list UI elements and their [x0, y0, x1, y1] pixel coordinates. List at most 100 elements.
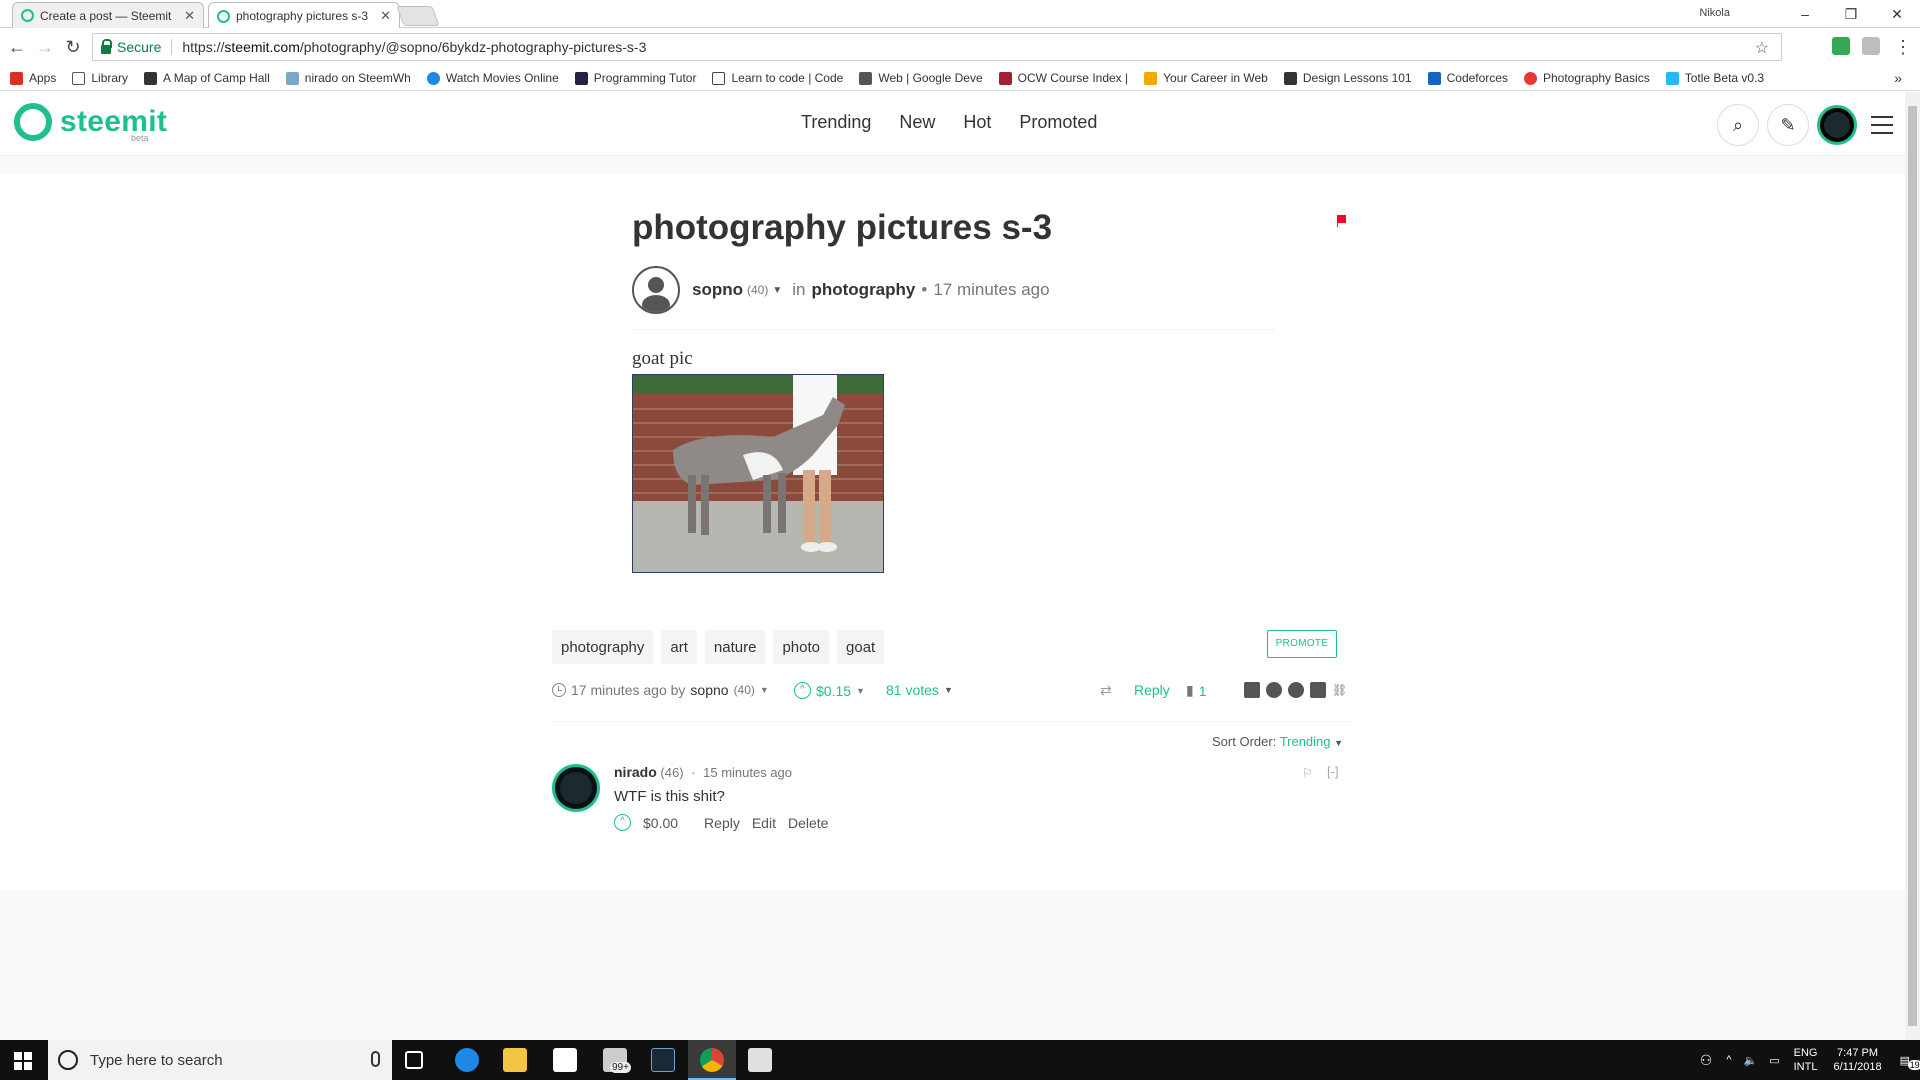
site-favicon-icon — [285, 71, 299, 85]
reload-icon[interactable]: ↻ — [62, 36, 84, 58]
new-tab-button[interactable] — [396, 6, 440, 26]
bookmark-photography-basics[interactable]: Photography Basics — [1523, 71, 1650, 85]
bookmark-library[interactable]: Library — [72, 71, 128, 85]
flag-outline-icon[interactable]: ⚐ — [1302, 766, 1313, 780]
bookmark-steemworld[interactable]: nirado on SteemWh — [285, 71, 411, 85]
bookmark-design-lessons[interactable]: Design Lessons 101 — [1283, 71, 1412, 85]
network-icon[interactable]: ▭ — [1769, 1054, 1779, 1067]
comment-avatar[interactable] — [552, 764, 600, 812]
comment-count[interactable]: ▮ 1 — [1186, 682, 1207, 699]
tag-art[interactable]: art — [661, 630, 697, 664]
page-scrollbar[interactable] — [1905, 92, 1920, 1040]
bookmark-programming[interactable]: Programming Tutor — [574, 71, 696, 85]
nav-promoted[interactable]: Promoted — [1019, 112, 1097, 133]
minimize-icon[interactable]: – — [1782, 3, 1828, 25]
browser-profile-name[interactable]: Nikola — [1699, 7, 1730, 19]
twitter-icon[interactable] — [1266, 682, 1282, 698]
tab-close-icon[interactable]: ✕ — [184, 8, 195, 24]
comment-edit-link[interactable]: Edit — [752, 815, 776, 831]
extension-icon[interactable] — [1832, 37, 1850, 55]
promote-button[interactable]: PROMOTE — [1267, 630, 1337, 658]
store-icon[interactable] — [553, 1048, 577, 1072]
nav-new[interactable]: New — [899, 112, 935, 133]
taskbar-search[interactable]: Type here to search — [48, 1040, 392, 1080]
goat-photo[interactable] — [632, 374, 884, 573]
tab-photography-pictures[interactable]: photography pictures s-3 ✕ — [208, 2, 400, 29]
link-icon[interactable]: ⛓ — [1332, 683, 1347, 697]
volume-icon[interactable]: 🔈 — [1744, 1054, 1758, 1067]
window-close-icon[interactable]: ✕ — [1874, 3, 1920, 25]
nav-trending[interactable]: Trending — [801, 112, 871, 133]
bookmark-totle[interactable]: Totle Beta v0.3 — [1665, 71, 1764, 85]
bookmark-watch-movies[interactable]: Watch Movies Online — [426, 71, 559, 85]
comment-delete-link[interactable]: Delete — [788, 815, 828, 831]
show-hidden-icons-icon[interactable]: ^ — [1726, 1054, 1731, 1066]
edge-icon[interactable] — [455, 1048, 479, 1072]
payout-value[interactable]: $0.15 — [816, 683, 851, 699]
comment-time[interactable]: 15 minutes ago — [703, 765, 792, 780]
tab-close-icon[interactable]: ✕ — [380, 8, 391, 24]
forward-arrow-icon[interactable]: → — [34, 36, 56, 58]
chevron-down-icon[interactable]: ▼ — [772, 285, 782, 296]
file-explorer-icon[interactable] — [503, 1048, 527, 1072]
tag-goat[interactable]: goat — [837, 630, 885, 664]
upvote-icon[interactable]: ^ — [794, 682, 811, 699]
browser-menu-icon[interactable]: ⋮ — [1892, 36, 1914, 58]
reddit-icon[interactable] — [1288, 682, 1304, 698]
input-language[interactable]: ENG INTL — [1794, 1046, 1818, 1074]
pencil-icon[interactable]: ✎ — [1767, 104, 1809, 146]
bookmark-codeforces[interactable]: Codeforces — [1427, 71, 1508, 85]
sort-dropdown[interactable]: Trending — [1280, 734, 1331, 749]
chevron-down-icon[interactable]: ▼ — [1334, 738, 1343, 748]
restore-icon[interactable]: ❐ — [1828, 3, 1874, 25]
bookmark-google-dev[interactable]: Web | Google Deve — [859, 71, 983, 85]
reply-link[interactable]: Reply — [1134, 682, 1170, 698]
flag-icon[interactable] — [1337, 215, 1346, 227]
bookmark-apps[interactable]: Apps — [10, 71, 56, 85]
chrome-icon[interactable] — [700, 1048, 724, 1072]
tag-nature[interactable]: nature — [704, 630, 766, 664]
steam-icon[interactable] — [651, 1048, 675, 1072]
photos-icon[interactable] — [748, 1048, 772, 1072]
author-name[interactable]: sopno — [692, 280, 743, 300]
comment-payout[interactable]: $0.00 — [643, 815, 678, 831]
microphone-icon[interactable] — [371, 1051, 380, 1067]
category-link[interactable]: photography — [811, 280, 915, 300]
search-icon[interactable]: ⌕ — [1717, 104, 1759, 146]
back-arrow-icon[interactable]: ← — [6, 36, 28, 58]
task-view-icon[interactable] — [405, 1051, 423, 1069]
comment-reply-link[interactable]: Reply — [704, 815, 740, 831]
chevron-down-icon[interactable]: ▼ — [760, 685, 769, 695]
reblog-button[interactable]: ⇄ — [1100, 682, 1112, 699]
tag-photography[interactable]: photography — [552, 630, 654, 664]
bookmark-career-web[interactable]: Your Career in Web — [1144, 71, 1268, 85]
extension-icon[interactable] — [1862, 37, 1880, 55]
action-center-icon[interactable]: ▤ 19 — [1900, 1054, 1920, 1070]
user-avatar[interactable] — [1817, 105, 1857, 145]
people-icon[interactable]: ⚇ — [1700, 1052, 1713, 1069]
bookmark-ocw[interactable]: OCW Course Index | — [998, 71, 1128, 85]
bookmark-learn-code[interactable]: Learn to code | Code — [712, 71, 843, 85]
facebook-icon[interactable] — [1244, 682, 1260, 698]
site-favicon-icon — [1283, 71, 1297, 85]
bookmark-camp-hall[interactable]: A Map of Camp Hall — [144, 71, 270, 85]
footer-author[interactable]: sopno — [690, 682, 728, 698]
chevron-down-icon[interactable]: ▼ — [856, 686, 865, 696]
bookmark-star-icon[interactable]: ☆ — [1755, 38, 1769, 58]
windows-start-icon[interactable] — [14, 1052, 32, 1070]
nav-hot[interactable]: Hot — [963, 112, 991, 133]
bookmarks-overflow-icon[interactable]: » — [1894, 70, 1902, 86]
tab-create-post[interactable]: Create a post — Steemit ✕ — [12, 2, 204, 28]
scrollbar-thumb[interactable] — [1908, 106, 1917, 1026]
address-bar[interactable]: Secure https://steemit.com/photography/@… — [92, 33, 1782, 61]
hamburger-menu-icon[interactable] — [1871, 116, 1893, 134]
upvote-icon[interactable]: ^ — [614, 814, 631, 831]
linkedin-icon[interactable] — [1310, 682, 1326, 698]
post-body-text: goat pic — [632, 348, 693, 369]
vote-count[interactable]: 81 votes ▼ — [886, 682, 953, 698]
clock[interactable]: 7:47 PM 6/11/2018 — [1833, 1046, 1881, 1074]
author-avatar[interactable] — [632, 266, 680, 314]
tag-photo[interactable]: photo — [773, 630, 830, 664]
collapse-toggle[interactable]: [-] — [1327, 764, 1339, 779]
comment-author[interactable]: nirado — [614, 764, 657, 780]
